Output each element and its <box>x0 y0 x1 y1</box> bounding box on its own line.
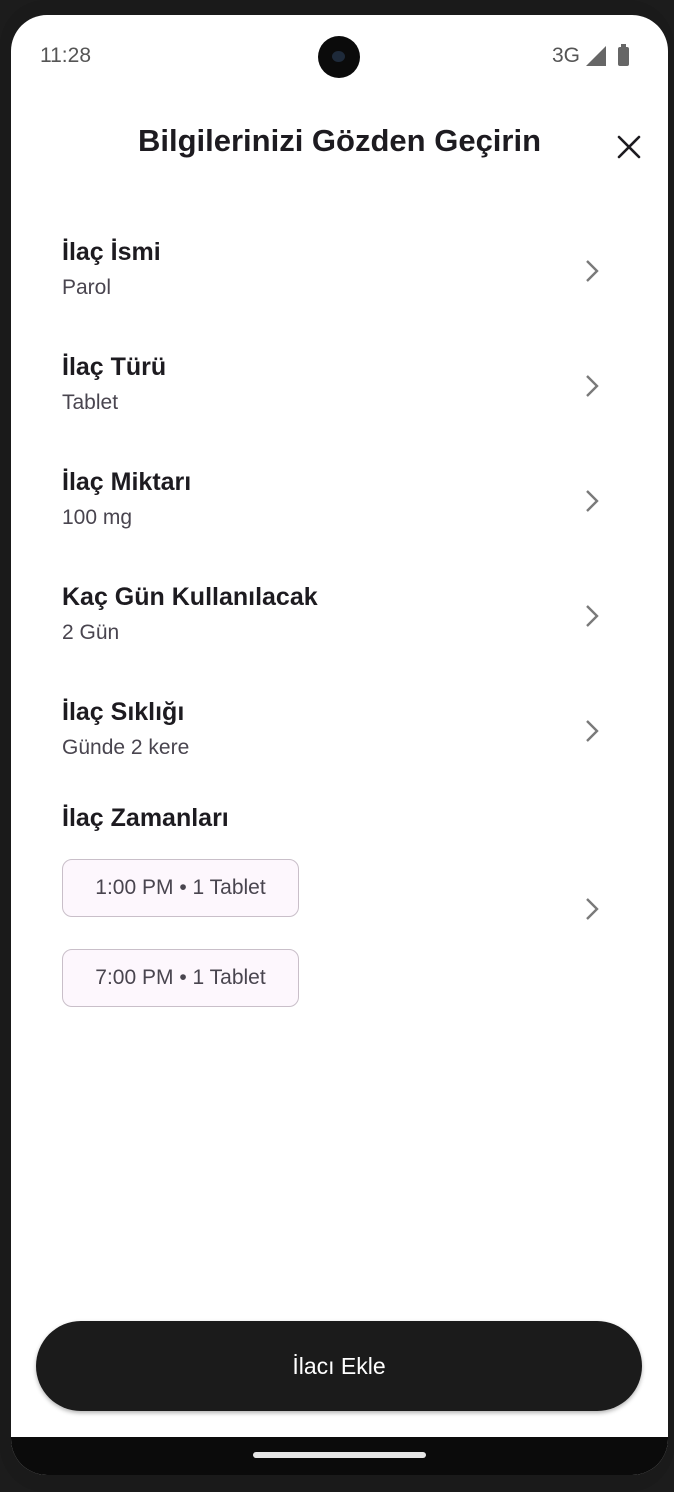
row-medicine-amount[interactable]: İlaç Miktarı 100 mg <box>62 468 618 568</box>
chevron-right-icon[interactable] <box>582 896 602 922</box>
chevron-right-icon <box>586 490 599 512</box>
add-medicine-button[interactable]: İlacı Ekle <box>36 1321 642 1411</box>
row-value: Tablet <box>62 391 119 414</box>
home-indicator[interactable] <box>253 1452 426 1458</box>
row-medicine-name[interactable]: İlaç İsmi Parol <box>62 238 618 338</box>
medicine-times-label: İlaç Zamanları <box>62 804 229 832</box>
row-value: Günde 2 kere <box>62 736 190 759</box>
row-label: İlaç Türü <box>62 353 167 381</box>
navigation-bar <box>11 1437 668 1475</box>
row-label: İlaç İsmi <box>62 238 161 266</box>
front-camera <box>318 36 360 78</box>
row-value: Parol <box>62 276 112 299</box>
time-chip[interactable]: 7:00 PM • 1 Tablet <box>62 949 299 1007</box>
row-label: İlaç Miktarı <box>62 468 192 496</box>
row-label: İlaç Sıklığı <box>62 698 185 726</box>
status-icons: 3G <box>551 43 629 68</box>
row-medicine-type[interactable]: İlaç Türü Tablet <box>62 353 618 453</box>
chevron-right-icon <box>586 375 599 397</box>
battery-icon <box>618 43 629 66</box>
row-label: Kaç Gün Kullanılacak <box>62 583 318 611</box>
signal-icon <box>586 46 606 66</box>
row-duration-days[interactable]: Kaç Gün Kullanılacak 2 Gün <box>62 583 618 683</box>
row-value: 2 Gün <box>62 621 120 644</box>
row-value: 100 mg <box>62 506 133 529</box>
app-screen: 11:28 3G Bilgilerinizi Gözden Geçirin İl… <box>11 15 668 1475</box>
close-icon <box>617 135 641 159</box>
chevron-right-icon <box>586 720 599 742</box>
chevron-right-icon <box>586 605 599 627</box>
row-frequency[interactable]: İlaç Sıklığı Günde 2 kere <box>62 698 618 798</box>
status-time: 11:28 <box>40 44 91 67</box>
device-frame: 11:28 3G Bilgilerinizi Gözden Geçirin İl… <box>0 0 674 1492</box>
network-type: 3G <box>551 44 580 67</box>
close-button[interactable] <box>609 127 649 167</box>
chevron-right-icon <box>586 260 599 282</box>
page-title: Bilgilerinizi Gözden Geçirin <box>137 123 542 158</box>
time-chip[interactable]: 1:00 PM • 1 Tablet <box>62 859 299 917</box>
